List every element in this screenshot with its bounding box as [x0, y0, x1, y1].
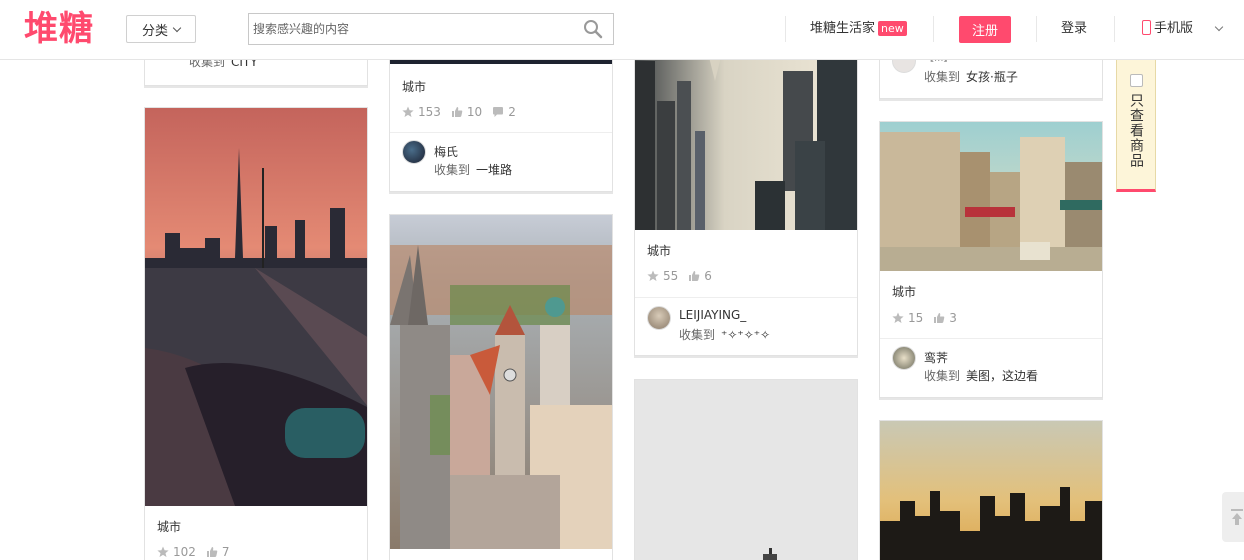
chevron-down-icon[interactable]: [1214, 22, 1224, 32]
pin-image[interactable]: [145, 108, 368, 506]
collect-info: 收集到 女孩·瓶子: [924, 70, 1018, 84]
life-link[interactable]: 堆糖生活家 new: [810, 20, 907, 38]
pin-card[interactable]: [389, 214, 613, 560]
pin-title: 城市: [892, 285, 917, 299]
thumbs-up-icon[interactable]: [933, 312, 945, 324]
thumbs-up-icon[interactable]: [206, 546, 218, 558]
star-icon[interactable]: [892, 312, 904, 324]
category-label: 分类: [141, 23, 168, 39]
pin-card[interactable]: 城市 55 6 LEIJIAYING_ 收集到 ⁺✧⁺✧⁺✧: [634, 40, 858, 356]
pin-title: 城市: [157, 520, 182, 534]
star-icon[interactable]: [402, 106, 414, 118]
search-input[interactable]: [249, 14, 569, 44]
pin-stats: 153 10 2: [402, 105, 522, 119]
user-name[interactable]: 鸾荠: [924, 349, 948, 366]
avatar[interactable]: [647, 306, 671, 330]
collect-info: 收集到 一堆路: [434, 163, 513, 177]
site-logo[interactable]: 堆糖: [24, 9, 94, 49]
mobile-link[interactable]: 手机版: [1142, 20, 1193, 38]
arrow-up-icon: [1231, 509, 1243, 525]
user-name[interactable]: LEIJIAYING_: [679, 308, 746, 322]
pin-card[interactable]: [634, 379, 858, 560]
collect-info: 收集到 ⁺✧⁺✧⁺✧: [679, 328, 771, 342]
goods-only-filter[interactable]: 只查看商品: [1116, 60, 1156, 192]
pin-image[interactable]: [880, 122, 1103, 271]
divider: [1114, 16, 1115, 42]
pin-stats: 102 7: [157, 545, 236, 559]
album-link[interactable]: 美图，这边看: [966, 369, 1038, 383]
life-label: 堆糖生活家: [810, 21, 876, 36]
divider: [390, 132, 612, 133]
album-link[interactable]: 女孩·瓶子: [966, 70, 1018, 84]
thumbs-up-icon[interactable]: [688, 270, 700, 282]
pin-card[interactable]: [879, 420, 1103, 560]
star-icon[interactable]: [647, 270, 659, 282]
pin-card[interactable]: 城市 15 3 鸾荠 收集到 美图，这边看: [879, 121, 1103, 398]
back-to-top-button[interactable]: [1222, 492, 1244, 542]
pin-title: 城市: [647, 244, 672, 258]
search-icon[interactable]: [583, 19, 603, 39]
page: 堆糖 分类 堆糖生活家new 注册 登录 手机版 收集到CITY: [0, 0, 1244, 560]
pin-image[interactable]: [635, 380, 858, 560]
album-link[interactable]: 一堆路: [476, 163, 512, 177]
pin-image[interactable]: [635, 41, 858, 230]
avatar[interactable]: [402, 140, 426, 164]
star-icon[interactable]: [157, 546, 169, 558]
pin-image[interactable]: [880, 421, 1103, 560]
divider: [635, 297, 857, 298]
pin-stats: 55 6: [647, 269, 718, 283]
divider: [785, 16, 786, 42]
pin-card[interactable]: 城市 153 10 2 梅氏 收集到 一堆路: [389, 40, 613, 192]
goods-only-checkbox[interactable]: [1129, 74, 1143, 87]
divider: [880, 338, 1102, 339]
collect-info: 收集到 美图，这边看: [924, 369, 1039, 383]
pin-image[interactable]: [390, 215, 613, 549]
avatar[interactable]: [892, 346, 916, 370]
divider: [1036, 16, 1037, 42]
pin-stats: 15 3: [892, 311, 963, 325]
chevron-down-icon: [172, 23, 182, 32]
login-link[interactable]: 登录: [1061, 20, 1087, 38]
user-name[interactable]: 梅氏: [434, 143, 458, 160]
thumbs-up-icon[interactable]: [451, 106, 463, 118]
goods-only-label: 只查看商品: [1128, 93, 1144, 168]
divider: [933, 16, 934, 42]
phone-icon: [1142, 20, 1151, 35]
pin-card[interactable]: 城市 102 7: [144, 107, 368, 560]
category-dropdown[interactable]: 分类: [126, 15, 196, 43]
search-box: [248, 13, 614, 45]
new-badge: new: [878, 21, 907, 36]
comment-icon[interactable]: [492, 106, 504, 118]
pin-title: 城市: [402, 80, 427, 94]
mobile-label: 手机版: [1154, 21, 1194, 36]
top-header: 堆糖 分类 堆糖生活家new 注册 登录 手机版: [0, 0, 1244, 60]
register-button[interactable]: 注册: [959, 16, 1011, 43]
album-link[interactable]: ⁺✧⁺✧⁺✧: [721, 328, 770, 342]
